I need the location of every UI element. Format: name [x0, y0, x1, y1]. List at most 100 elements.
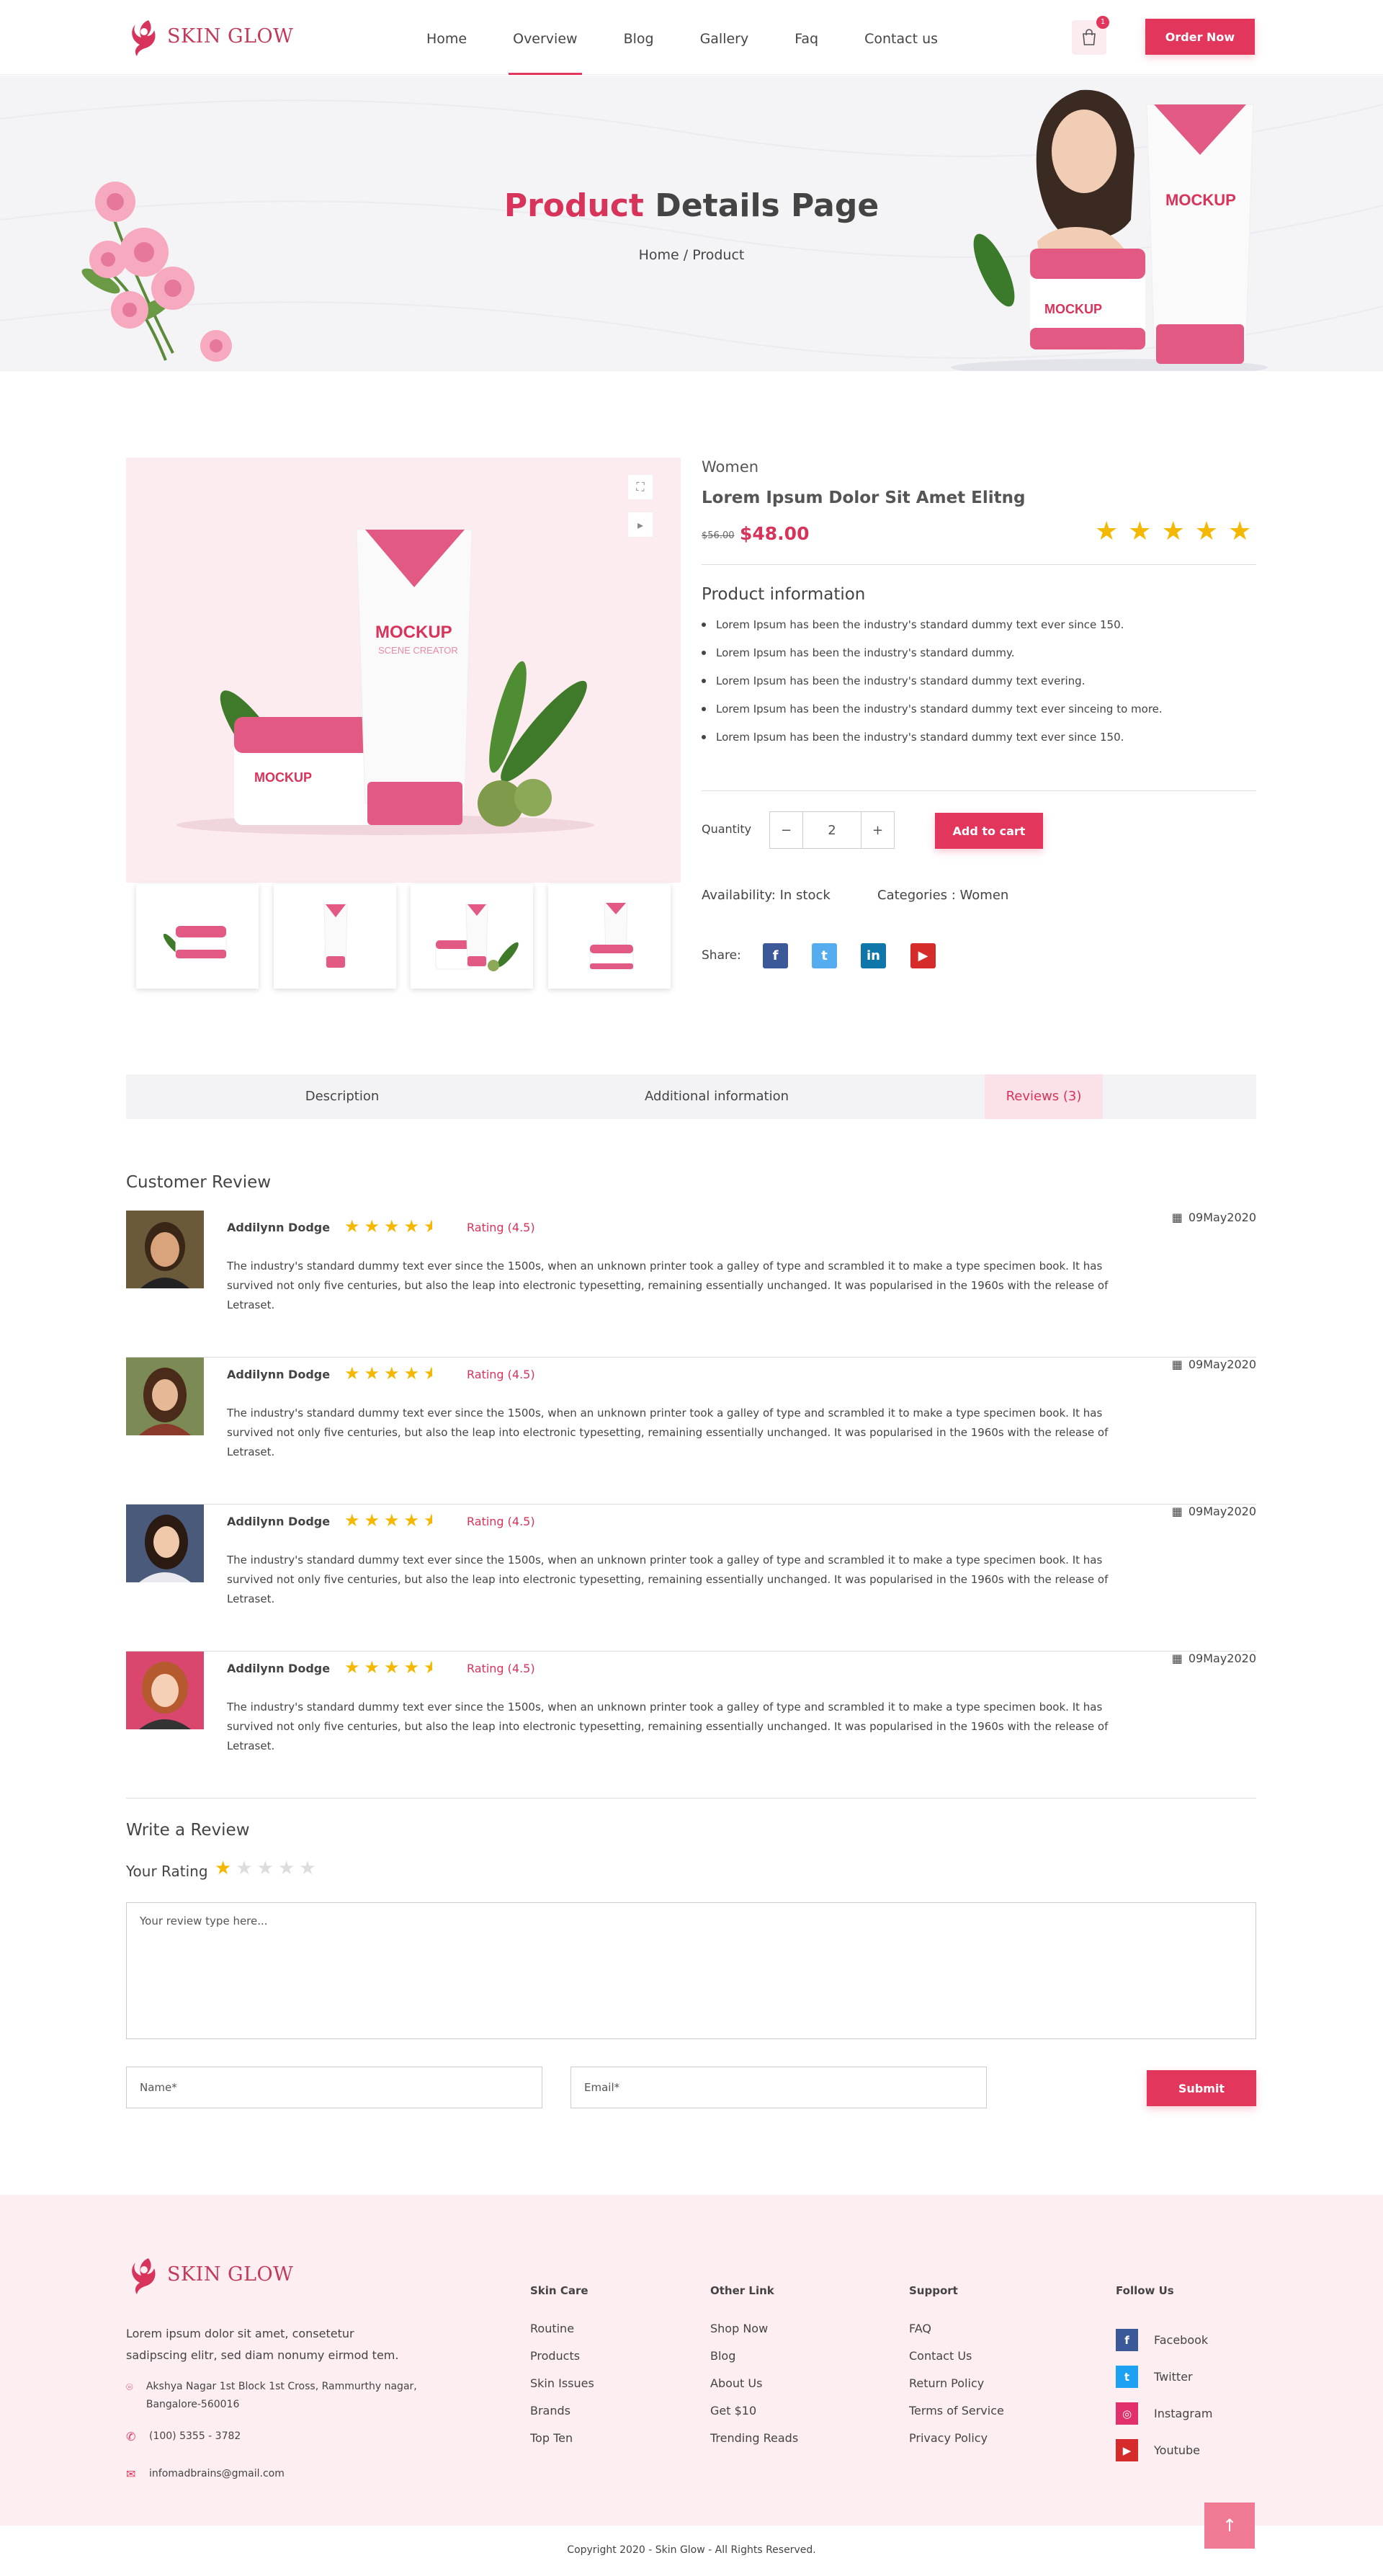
- add-to-cart-button[interactable]: Add to cart: [935, 813, 1043, 849]
- footer-link[interactable]: Contact Us: [909, 2349, 1004, 2376]
- nav-home[interactable]: Home: [403, 0, 490, 75]
- product-thumbnail-3[interactable]: [411, 884, 533, 989]
- tab-reviews[interactable]: Reviews (3): [985, 1074, 1103, 1119]
- scroll-to-top-button[interactable]: ↑: [1204, 2503, 1255, 2549]
- review-date: ▦ 09May2020: [1172, 1211, 1256, 1224]
- avatar: [126, 1211, 204, 1288]
- rating-star-5[interactable]: ★: [299, 1858, 320, 1879]
- svg-text:SCENE CREATOR: SCENE CREATOR: [378, 645, 458, 656]
- review-stars: ★★★★★: [344, 1216, 432, 1236]
- rating-star-1[interactable]: ★: [215, 1858, 236, 1879]
- page-hero: Product Details Page Home / Product MOCK…: [0, 76, 1383, 371]
- reviewer-name: Addilynn Dodge: [227, 1368, 331, 1381]
- footer-column-title: Other Link: [710, 2284, 774, 2297]
- fullscreen-button[interactable]: ⛶: [628, 475, 653, 499]
- tab-description[interactable]: Description: [270, 1074, 414, 1119]
- submit-review-button[interactable]: Submit: [1147, 2070, 1256, 2106]
- decrement-button[interactable]: −: [770, 812, 803, 848]
- svg-text:MOCKUP: MOCKUP: [375, 623, 452, 642]
- nav-gallery[interactable]: Gallery: [677, 0, 772, 75]
- cart-button[interactable]: 1: [1072, 16, 1109, 55]
- review-date-text: 09May2020: [1188, 1505, 1256, 1518]
- share-linkedin-button[interactable]: in: [861, 943, 886, 968]
- follow-youtube[interactable]: ▶ Youtube: [1116, 2432, 1212, 2469]
- product-thumbnail-2[interactable]: [274, 884, 396, 989]
- review-rating: Rating (4.5): [467, 1368, 535, 1381]
- footer-link[interactable]: Shop Now: [710, 2322, 798, 2349]
- footer-link[interactable]: FAQ: [909, 2322, 1004, 2349]
- increment-button[interactable]: +: [861, 812, 894, 848]
- follow-twitter[interactable]: t Twitter: [1116, 2358, 1212, 2395]
- footer-email-text[interactable]: infomadbrains@gmail.com: [149, 2465, 285, 2483]
- thumbnail-combo-image: [589, 902, 634, 969]
- footer-link[interactable]: Trending Reads: [710, 2431, 798, 2459]
- product-tabs: Description Additional information Revie…: [126, 1074, 1256, 1119]
- footer-address-text: Akshya Nagar 1st Block 1st Cross, Rammur…: [146, 2381, 417, 2410]
- follow-facebook[interactable]: f Facebook: [1116, 2322, 1212, 2358]
- review-item: Addilynn Dodge ★★★★★ Rating (4.5) ▦ 09May…: [126, 1505, 1256, 1652]
- product-thumbnail-1[interactable]: [136, 884, 259, 989]
- rating-star-2[interactable]: ★: [236, 1858, 256, 1879]
- footer-link[interactable]: Top Ten: [530, 2431, 594, 2459]
- arrow-up-icon: ↑: [1222, 2515, 1237, 2536]
- half-star-icon: ★: [424, 1657, 432, 1677]
- nav-overview[interactable]: Overview: [490, 0, 600, 75]
- product-main-image: MOCKUP MOCKUP SCENE CREATOR ⛶ ▸: [126, 458, 681, 883]
- footer-links-other: Shop Now Blog About Us Get $10 Trending …: [710, 2322, 798, 2459]
- nav-contact[interactable]: Contact us: [841, 0, 961, 75]
- star-icon: ★★★★: [344, 1216, 424, 1236]
- footer-link[interactable]: Brands: [530, 2404, 594, 2431]
- footer-email: ✉ infomadbrains@gmail.com: [126, 2465, 285, 2483]
- share-twitter-button[interactable]: t: [812, 943, 837, 968]
- email-input[interactable]: [570, 2067, 987, 2108]
- svg-text:MOCKUP: MOCKUP: [254, 770, 312, 785]
- product-old-price: $56.00: [702, 530, 735, 541]
- share-youtube-button[interactable]: ▶: [910, 943, 936, 968]
- review-item: Addilynn Dodge ★★★★★ Rating (4.5) ▦ 09May…: [126, 1358, 1256, 1505]
- footer-link[interactable]: Routine: [530, 2322, 594, 2349]
- review-stars: ★★★★★: [344, 1510, 432, 1530]
- product-thumbnail-4[interactable]: [548, 884, 671, 989]
- product-name: Lorem Ipsum Dolor Sit Amet Elitng: [702, 489, 1026, 507]
- footer-link[interactable]: Skin Issues: [530, 2376, 594, 2404]
- footer-about: Lorem ipsum dolor sit amet, consetetur s…: [126, 2327, 399, 2362]
- avatar: [126, 1505, 204, 1582]
- avatar: [126, 1652, 204, 1729]
- play-video-button[interactable]: ▸: [628, 512, 653, 537]
- brand-logo[interactable]: SKIN GLOW: [127, 16, 293, 56]
- quantity-value[interactable]: 2: [803, 812, 861, 848]
- footer-link[interactable]: Get $10: [710, 2404, 798, 2431]
- footer-link[interactable]: About Us: [710, 2376, 798, 2404]
- rating-star-3[interactable]: ★: [257, 1858, 278, 1879]
- rating-star-4[interactable]: ★: [278, 1858, 299, 1879]
- twitter-icon: t: [821, 948, 828, 963]
- review-stars: ★★★★★: [344, 1363, 432, 1383]
- instagram-icon: ◎: [1116, 2402, 1138, 2425]
- nav-faq[interactable]: Faq: [771, 0, 841, 75]
- follow-instagram[interactable]: ◎ Instagram: [1116, 2395, 1212, 2432]
- review-textarea[interactable]: [126, 1902, 1256, 2039]
- footer-link[interactable]: Terms of Service: [909, 2404, 1004, 2431]
- review-rating: Rating (4.5): [467, 1221, 535, 1234]
- tab-additional-information[interactable]: Additional information: [601, 1074, 832, 1119]
- calendar-icon: ▦: [1171, 1652, 1183, 1665]
- review-date: ▦ 09May2020: [1172, 1505, 1256, 1518]
- review-text: The industry's standard dummy text ever …: [227, 1554, 1109, 1605]
- footer-link[interactable]: Blog: [710, 2349, 798, 2376]
- footer-links-skin-care: Routine Products Skin Issues Brands Top …: [530, 2322, 594, 2459]
- cart-count-badge: 1: [1096, 16, 1109, 29]
- nav-blog[interactable]: Blog: [601, 0, 677, 75]
- divider: [702, 790, 1256, 791]
- footer-logo[interactable]: SKIN GLOW: [127, 2254, 293, 2294]
- footer-link[interactable]: Privacy Policy: [909, 2431, 1004, 2459]
- review-stars: ★★★★★: [344, 1657, 432, 1677]
- plus-icon: +: [872, 822, 884, 838]
- order-now-button[interactable]: Order Now: [1145, 19, 1255, 55]
- footer-link[interactable]: Products: [530, 2349, 594, 2376]
- footer-link[interactable]: Return Policy: [909, 2376, 1004, 2404]
- footer-follow-list: f Facebook t Twitter ◎ Instagram ▶ Youtube: [1116, 2322, 1212, 2469]
- footer-column-title: Follow Us: [1116, 2284, 1174, 2297]
- name-input[interactable]: [126, 2067, 542, 2108]
- logo-mark-icon: [132, 20, 156, 56]
- share-facebook-button[interactable]: f: [763, 943, 788, 968]
